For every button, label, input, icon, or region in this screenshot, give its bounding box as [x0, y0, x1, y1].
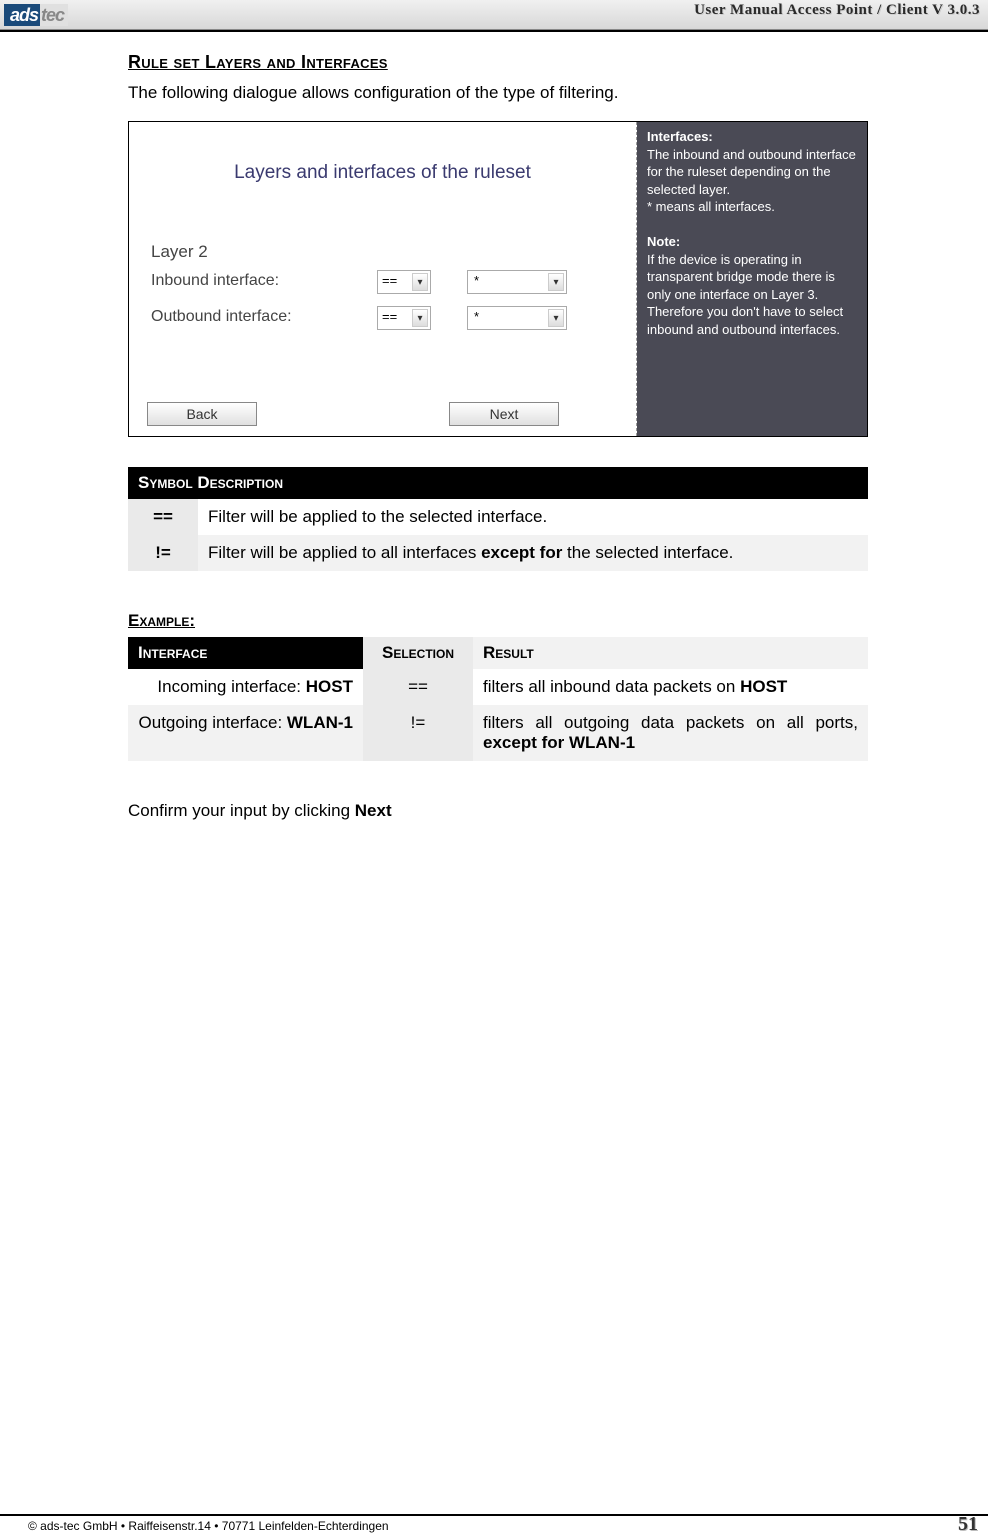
screenshot-title: Layers and interfaces of the ruleset: [129, 162, 636, 184]
inbound-interface-value: *: [474, 273, 479, 288]
table-row: != Filter will be applied to all interfa…: [128, 535, 868, 571]
logo-tec: tec: [40, 4, 68, 26]
outbound-interface-select[interactable]: * ▾: [467, 306, 567, 330]
example-heading: Example:: [128, 611, 950, 631]
interface-cell: Incoming interface: HOST: [128, 669, 363, 705]
confirm-bold: Next: [355, 801, 392, 820]
description-cell: Filter will be applied to the selected i…: [198, 499, 868, 535]
content-area: Rule set Layers and Interfaces The follo…: [0, 32, 988, 821]
interface-text: Incoming interface:: [157, 677, 305, 696]
interface-bold: HOST: [306, 677, 353, 696]
layer-label: Layer 2: [151, 242, 208, 262]
example-table: Interface Selection Result Incoming inte…: [128, 637, 868, 761]
table-row: Outgoing interface: WLAN-1 != filters al…: [128, 705, 868, 761]
result-bold: except for WLAN-1: [483, 733, 635, 752]
help-text-2: If the device is operating in transparen…: [647, 252, 843, 337]
symbol-cell: ==: [128, 499, 198, 535]
symbol-cell: !=: [128, 535, 198, 571]
page-header: adstec User Manual Access Point / Client…: [0, 0, 988, 30]
chevron-down-icon: ▾: [412, 273, 428, 291]
header-title: User Manual Access Point / Client V 3.0.…: [694, 2, 980, 19]
chevron-down-icon: ▾: [548, 273, 564, 291]
description-text: the selected interface.: [562, 543, 733, 562]
chevron-down-icon: ▾: [548, 309, 564, 327]
page-number: 51: [958, 1513, 978, 1536]
symbol-description-table: Symbol Description == Filter will be app…: [128, 467, 868, 571]
description-cell: Filter will be applied to all interfaces…: [198, 535, 868, 571]
logo: adstec: [4, 4, 68, 26]
help-title-2: Note:: [647, 234, 680, 249]
confirm-text: Confirm your input by clicking Next: [128, 801, 950, 821]
inbound-interface-select[interactable]: * ▾: [467, 270, 567, 294]
outbound-operator-value: ==: [382, 309, 397, 324]
selection-cell: ==: [363, 669, 473, 705]
page-footer: © ads-tec GmbH • Raiffeisenstr.14 • 7077…: [0, 1514, 988, 1536]
inbound-operator-value: ==: [382, 273, 397, 288]
inbound-label: Inbound interface:: [151, 272, 279, 290]
table-row: Incoming interface: HOST == filters all …: [128, 669, 868, 705]
screenshot-main-panel: Layers and interfaces of the ruleset Lay…: [129, 122, 637, 436]
logo-ads: ads: [4, 4, 40, 26]
interface-text: Outgoing interface:: [139, 713, 287, 732]
copyright-text: © ads-tec GmbH • Raiffeisenstr.14 • 7077…: [28, 1519, 389, 1533]
help-title-1: Interfaces:: [647, 129, 713, 144]
outbound-interface-value: *: [474, 309, 479, 324]
intro-text: The following dialogue allows configurat…: [128, 83, 950, 103]
description-text: Filter will be applied to the selected i…: [208, 507, 547, 526]
description-bold: except for: [481, 543, 562, 562]
outbound-label: Outbound interface:: [151, 308, 292, 326]
table-row: == Filter will be applied to the selecte…: [128, 499, 868, 535]
result-text: filters all inbound data packets on: [483, 677, 740, 696]
help-text-1: The inbound and outbound interface for t…: [647, 147, 856, 197]
interface-cell: Outgoing interface: WLAN-1: [128, 705, 363, 761]
result-cell: filters all inbound data packets on HOST: [473, 669, 868, 705]
interface-bold: WLAN-1: [287, 713, 353, 732]
embedded-screenshot: Layers and interfaces of the ruleset Lay…: [128, 121, 868, 437]
selection-cell: !=: [363, 705, 473, 761]
example-header-selection: Selection: [363, 637, 473, 669]
result-cell: filters all outgoing data packets on all…: [473, 705, 868, 761]
chevron-down-icon: ▾: [412, 309, 428, 327]
section-heading: Rule set Layers and Interfaces: [128, 52, 950, 73]
description-text: Filter will be applied to all interfaces: [208, 543, 481, 562]
help-text-1b: * means all interfaces.: [647, 199, 775, 214]
result-bold: HOST: [740, 677, 787, 696]
back-button[interactable]: Back: [147, 402, 257, 426]
example-header-interface: Interface: [128, 637, 363, 669]
outbound-operator-select[interactable]: == ▾: [377, 306, 431, 330]
symbol-table-header: Symbol Description: [128, 467, 868, 499]
screenshot-help-panel: Interfaces: The inbound and outbound int…: [637, 122, 867, 436]
next-button[interactable]: Next: [449, 402, 559, 426]
result-text: filters all outgoing data packets on all…: [483, 713, 858, 732]
confirm-pre: Confirm your input by clicking: [128, 801, 355, 820]
example-header-result: Result: [473, 637, 868, 669]
inbound-operator-select[interactable]: == ▾: [377, 270, 431, 294]
